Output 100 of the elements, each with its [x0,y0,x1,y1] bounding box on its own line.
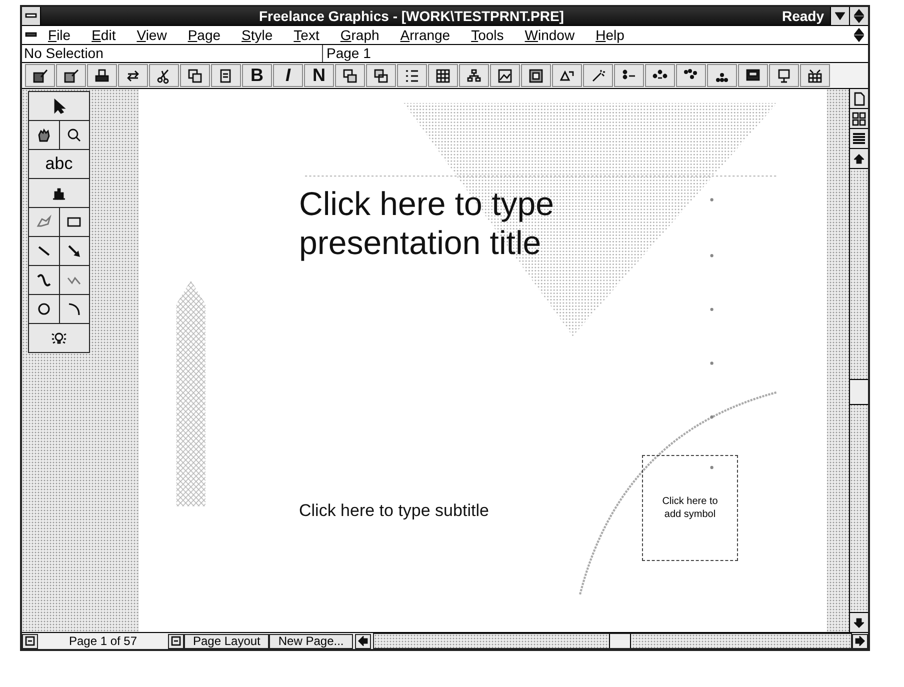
page-icon [853,92,865,106]
toolbar-button[interactable] [180,64,210,87]
tool-button[interactable] [60,208,89,236]
menu-item[interactable]: Window [524,27,575,43]
down-arrow-icon [835,12,845,20]
scroll-up-button[interactable] [850,149,868,169]
toolbar-button[interactable] [521,64,551,87]
previous-page-button[interactable] [22,634,38,648]
tool-button[interactable] [60,121,89,149]
left-arrow-icon [358,636,368,646]
window-title: Freelance Graphics - [WORK\TESTPRNT.PRE] [258,8,565,24]
selection-info: No Selection [22,45,323,62]
scroll-thumb[interactable] [609,634,631,648]
picture-frame-icon [528,68,544,84]
control-menu-button[interactable] [22,7,41,25]
toolbar-button[interactable] [552,64,582,87]
menu-item[interactable]: Page [188,27,221,43]
view-button[interactable] [850,109,868,129]
tool-button[interactable] [29,121,58,149]
toolbar-button[interactable] [366,64,396,87]
tool-button[interactable] [29,324,89,352]
list-icon [852,132,866,146]
dash-icon [25,13,37,19]
table-icon [435,68,451,84]
toolbar-button[interactable] [459,64,489,87]
menu-item[interactable]: View [136,27,167,43]
tool-button[interactable] [60,295,89,323]
up-arrow-icon [854,154,864,164]
light-bulb-icon [51,330,67,346]
toolbar-button[interactable] [118,64,148,87]
scroll-right-button[interactable] [852,634,868,648]
menu-item[interactable]: Arrange [400,27,450,43]
tool-button[interactable] [29,295,58,323]
page-action-button[interactable]: New Page... [269,634,353,648]
menu-item[interactable]: Graph [340,27,380,43]
menu-item[interactable]: Text [294,27,320,43]
menu-item[interactable]: File [48,27,71,43]
status-text: Ready [782,8,825,24]
toolbar-button[interactable] [56,64,86,87]
toolbar-button[interactable] [149,64,179,87]
scroll-left-button[interactable] [354,634,371,648]
toolbar-button[interactable] [738,64,768,87]
tool-button[interactable] [29,179,89,207]
toolbar-button[interactable] [614,64,644,87]
presentation-icon [776,68,792,84]
toolbar-button[interactable] [645,64,675,87]
organization-chart-icon [466,68,482,84]
toolbar-button[interactable] [707,64,737,87]
curve-icon [36,272,52,288]
tool-button[interactable] [29,266,58,294]
text-style-button[interactable]: I [273,64,303,87]
toolbar-button[interactable] [211,64,241,87]
arrow-line-icon [66,243,82,259]
menu-item[interactable]: Tools [471,27,504,43]
toolbar-button[interactable] [583,64,613,87]
next-page-button[interactable] [168,634,184,648]
toolbar-button[interactable] [335,64,365,87]
scroll-thumb[interactable] [850,379,868,405]
bullet-list-icon [404,68,420,84]
toolbar-button[interactable] [397,64,427,87]
menu-item[interactable]: Style [242,27,273,43]
view-button[interactable] [850,129,868,149]
text-tool-button[interactable]: abc [29,150,89,178]
toolbar-button[interactable] [769,64,799,87]
text-style-button[interactable]: B [242,64,272,87]
toolbar-button[interactable] [490,64,520,87]
toolbar-button[interactable] [87,64,117,87]
circle-icon [36,301,52,317]
image-icon [497,68,513,84]
view-button[interactable] [850,89,868,109]
scroll-down-button[interactable] [850,612,868,632]
restore-button[interactable] [849,7,868,25]
copy-icon [187,68,203,84]
symbol-placeholder[interactable]: Click here to add symbol [642,455,738,561]
toolbar-button[interactable] [428,64,458,87]
menu-item[interactable]: Help [596,27,624,43]
down-arrow-icon [854,618,864,628]
text-style-button[interactable]: N [304,64,334,87]
tool-button[interactable] [29,92,89,120]
subtitle-placeholder[interactable]: Click here to type subtitle [299,501,489,521]
group-icon [342,68,358,84]
toolbar-button[interactable] [676,64,706,87]
page-action-button[interactable]: Page Layout [184,634,270,648]
tool-button[interactable] [29,237,58,265]
right-arrow-icon [855,636,865,646]
layout-grid-icon [807,68,823,84]
minimize-button[interactable] [830,7,849,25]
menu-item[interactable]: Edit [92,27,116,43]
title-placeholder[interactable]: Click here to type presentation title [299,184,659,262]
toolbar-button[interactable] [25,64,55,87]
screen-icon [745,68,761,84]
magnifier-icon [66,127,82,143]
toolbar-button[interactable] [800,64,830,87]
page-indicator: Page 1 of 57 [68,634,138,648]
magic-wand-icon [590,68,606,84]
printer-icon [94,68,110,84]
tool-button[interactable] [60,237,89,265]
arc-icon [66,301,82,317]
dash-icon [25,32,37,38]
up-down-arrows-icon [854,28,864,42]
